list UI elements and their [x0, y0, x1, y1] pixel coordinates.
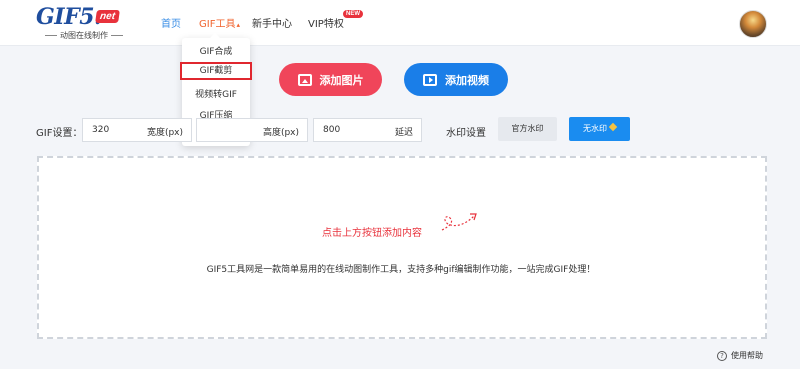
- help-label: 使用帮助: [731, 351, 763, 360]
- video-icon: [423, 73, 437, 86]
- add-image-button[interactable]: 添加图片: [279, 63, 382, 96]
- add-video-button[interactable]: 添加视频: [404, 63, 508, 96]
- no-watermark-button[interactable]: 无水印: [569, 117, 630, 141]
- top-navigation-bar: GIF5. net 动图在线制作 首页 GIF工具▴ 新手中心 VIP特权 NE…: [0, 0, 800, 46]
- nav-home[interactable]: 首页: [161, 15, 181, 30]
- width-value: 320: [92, 125, 110, 135]
- user-avatar[interactable]: [739, 10, 767, 38]
- tool-description: GIF5工具网是一款简单易用的在线动图制作工具，支持多种gif编辑制作功能，一站…: [206, 265, 596, 275]
- width-field[interactable]: 320 宽度(px): [82, 118, 192, 142]
- watermark-settings-label: 水印设置: [446, 128, 486, 139]
- logo-text: GIF5.: [36, 4, 102, 30]
- logo-net-badge: net: [95, 10, 120, 23]
- dropdown-arrow: [210, 33, 220, 38]
- new-badge: NEW: [343, 10, 363, 18]
- nav-newbie-center[interactable]: 新手中心: [252, 15, 292, 30]
- width-unit: 宽度(px): [146, 128, 183, 138]
- gif-settings-label: GIF设置：: [36, 128, 83, 139]
- height-field[interactable]: 高度(px): [196, 118, 308, 142]
- delay-field[interactable]: 800 延迟: [313, 118, 422, 142]
- question-icon: ?: [717, 350, 727, 361]
- menu-item-gif-crop[interactable]: GIF截剪: [180, 62, 252, 80]
- official-watermark-button[interactable]: 官方水印: [498, 117, 557, 141]
- nav-vip[interactable]: VIP特权: [308, 15, 344, 30]
- logo-subtitle: 动图在线制作: [34, 30, 134, 41]
- delay-value: 800: [323, 125, 341, 135]
- chevron-up-icon: ▴: [236, 21, 240, 29]
- menu-item-video-to-gif[interactable]: 视频转GIF: [182, 87, 250, 100]
- add-image-label: 添加图片: [319, 73, 364, 87]
- delay-unit: 延迟: [394, 128, 413, 138]
- squiggle-arrow-icon: [441, 213, 477, 231]
- diamond-icon: [608, 122, 618, 132]
- gif5-logo[interactable]: GIF5. net 动图在线制作: [34, 4, 134, 42]
- menu-item-gif-compose[interactable]: GIF合成: [182, 44, 250, 57]
- upload-dropzone[interactable]: [37, 156, 767, 339]
- nav-gif-tools[interactable]: GIF工具▴: [199, 15, 240, 30]
- dropzone-hint: 点击上方按钮添加内容: [322, 228, 422, 239]
- nav-gif-tools-label: GIF工具: [199, 19, 236, 30]
- height-unit: 高度(px): [262, 128, 299, 138]
- help-link[interactable]: ? 使用帮助: [717, 350, 763, 361]
- no-watermark-label: 无水印: [583, 124, 607, 133]
- add-video-label: 添加视频: [445, 73, 489, 87]
- image-icon: [297, 73, 312, 86]
